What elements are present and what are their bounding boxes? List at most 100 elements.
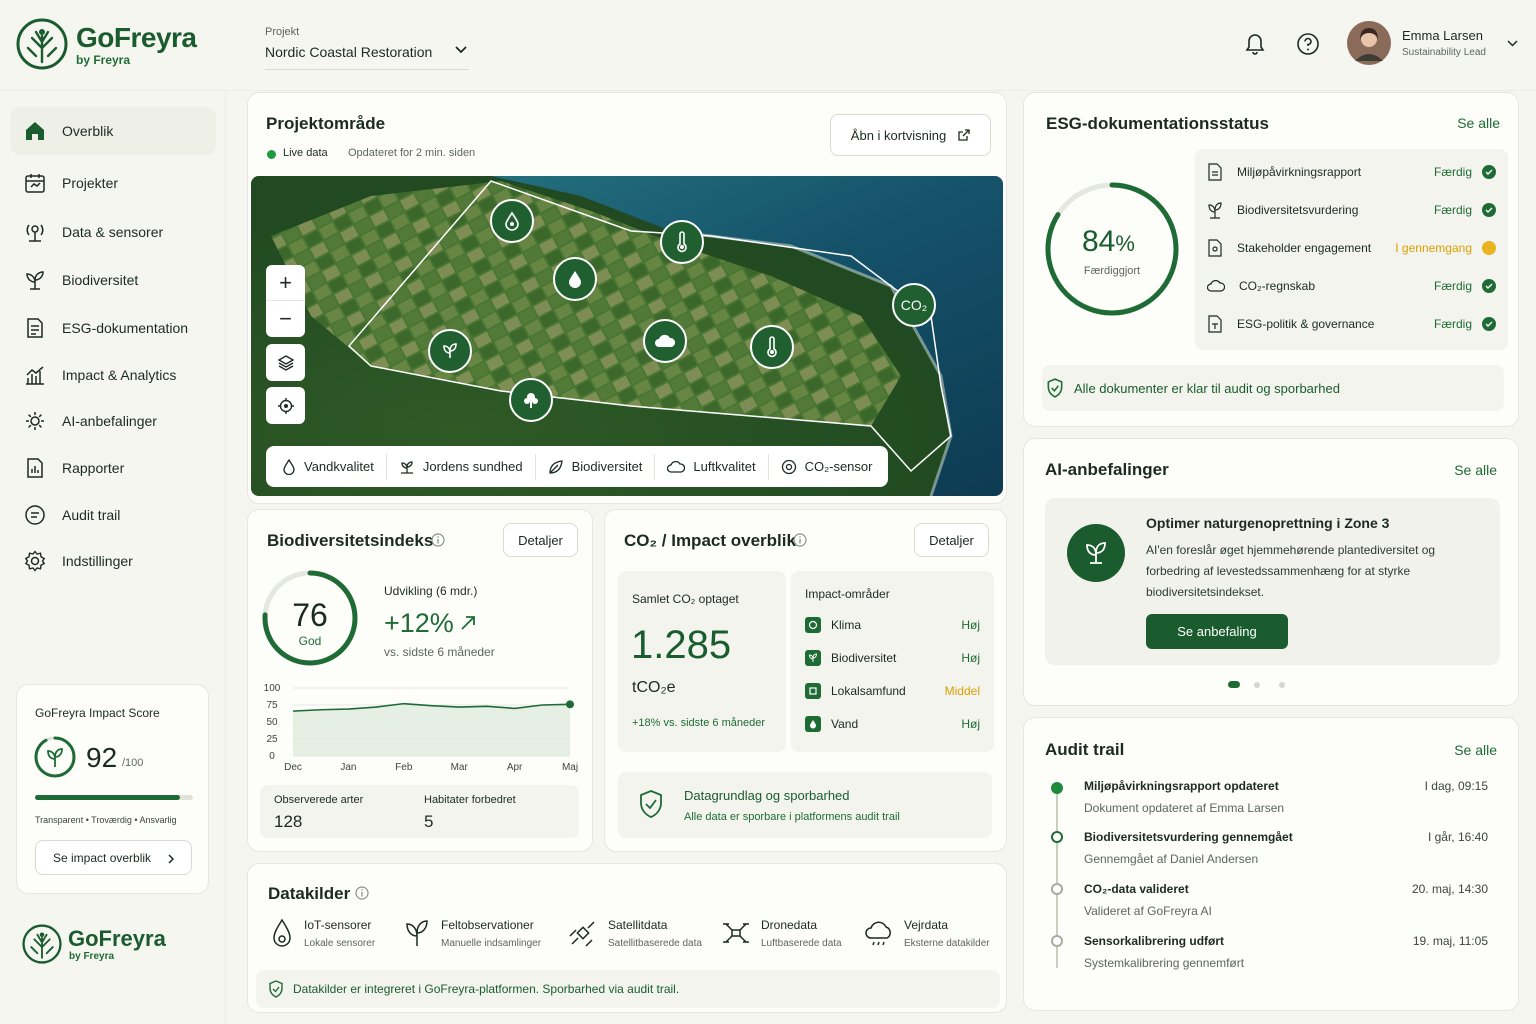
drop-icon: [569, 271, 581, 288]
impact-score-bar: [35, 795, 193, 800]
y-tick-label: 50: [266, 717, 278, 728]
shield-check-icon: [640, 790, 662, 818]
sidebar-item-data[interactable]: Data & sensorer: [10, 208, 216, 256]
datasources-title: Datakilder: [268, 884, 351, 903]
datasource-weather[interactable]: Vejrdata Eksterne datakilder: [864, 918, 990, 949]
sidebar-item-rapporter[interactable]: Rapporter: [10, 444, 216, 492]
sidebar-item-biodiversitet[interactable]: Biodiversitet: [10, 256, 216, 304]
traceability-title: Datagrundlag og sporbarhed: [684, 788, 850, 803]
carousel-dot[interactable]: [1254, 682, 1260, 688]
layers-button[interactable]: [266, 344, 305, 381]
avatar: [1347, 21, 1391, 65]
soil-icon: [400, 460, 413, 474]
impact-score-ring: [34, 736, 76, 778]
biodiversity-score: 76: [292, 597, 328, 633]
audit-entry-sub: Gennemgået af Daniel Andersen: [1084, 852, 1259, 866]
biodiversity-marker[interactable]: [428, 329, 472, 373]
carousel-dot[interactable]: [1279, 682, 1285, 688]
sidebar-item-label: Data & sensorer: [62, 224, 164, 240]
co2-details-button[interactable]: Detaljer: [914, 523, 989, 557]
temperature-marker[interactable]: [660, 220, 704, 264]
user-menu[interactable]: Emma Larsen Sustainability Lead: [1347, 21, 1522, 67]
locate-button[interactable]: [266, 387, 305, 424]
tree-icon: [524, 393, 538, 408]
sidebar-item-overblik[interactable]: Overblik: [10, 107, 216, 155]
esg-see-all[interactable]: Se alle: [1457, 115, 1500, 131]
sidebar-item-audit[interactable]: Audit trail: [10, 491, 216, 539]
datasource-drone[interactable]: Dronedata Luftbaserede data: [721, 918, 842, 949]
datasource-field[interactable]: Feltobservationer Manuelle indsamlinger: [403, 918, 541, 949]
zoom-in-button[interactable]: +: [266, 265, 305, 301]
datasource-satellite[interactable]: Satellitdata Satellitbaserede data: [568, 918, 702, 949]
audit-entry[interactable]: Biodiversitetsvurdering gennemgået Genne…: [1084, 830, 1488, 866]
impact-label: Lokalsamfund: [831, 684, 906, 698]
esg-doc-row[interactable]: Miljøpåvirkningsrapport Færdig: [1207, 153, 1496, 191]
app-logo[interactable]: GoFreyra by Freyra: [16, 18, 206, 72]
temperature-marker-2[interactable]: [750, 325, 794, 369]
impact-overview-button[interactable]: Se impact overblik: [35, 840, 192, 875]
governance-icon: [1208, 315, 1222, 333]
audit-entry-date: I går, 16:40: [1427, 830, 1488, 844]
impact-row-vand: Vand Høj: [805, 712, 980, 736]
audit-entry[interactable]: CO₂-data valideret Valideret af GoFreyra…: [1084, 882, 1488, 918]
satellite-map[interactable]: + − CO₂ Vandkvalitet Jordens sundhed Bio…: [251, 176, 1003, 496]
sidebar-item-indstillinger[interactable]: Indstillinger: [10, 537, 216, 585]
datasource-iot[interactable]: IoT-sensorer Lokale sensorer: [270, 918, 375, 950]
sidebar-item-ai[interactable]: AI-anbefalinger: [10, 397, 216, 445]
footer-brand-name: GoFreyra: [68, 926, 166, 951]
sidebar-item-esg[interactable]: ESG-dokumentation: [10, 304, 216, 352]
esg-doc-row[interactable]: Stakeholder engagement I gennemgang: [1207, 229, 1496, 267]
co2-marker[interactable]: CO₂: [892, 283, 936, 327]
x-tick-label: Mar: [451, 762, 469, 773]
sidebar-item-projekter[interactable]: Projekter: [10, 159, 216, 207]
ai-see-all[interactable]: Se alle: [1454, 462, 1497, 478]
y-tick-label: 0: [269, 751, 275, 762]
zoom-out-button[interactable]: −: [266, 301, 305, 337]
datasource-sub: Manuelle indsamlinger: [441, 938, 542, 949]
air-marker[interactable]: [643, 319, 687, 363]
info-icon[interactable]: [355, 886, 369, 900]
thermometer-icon: [677, 231, 687, 253]
open-map-label: Åbn i kortvisning: [850, 127, 947, 143]
audit-entry[interactable]: Sensorkalibrering udført Systemkalibreri…: [1084, 934, 1488, 970]
bell-icon[interactable]: [1243, 31, 1267, 57]
y-tick-label: 25: [266, 734, 278, 745]
y-tick-label: 100: [264, 683, 281, 694]
water-marker[interactable]: [490, 199, 534, 243]
brand-sub: by Freyra: [76, 53, 131, 67]
open-map-button[interactable]: Åbn i kortvisning: [830, 114, 991, 156]
tree-marker[interactable]: [509, 378, 553, 422]
esg-doc-row[interactable]: ESG-politik & governance Færdig: [1207, 305, 1496, 343]
esg-doc-row[interactable]: Biodiversitetsvurdering Færdig: [1207, 191, 1496, 229]
check-icon: [1482, 165, 1496, 179]
audit-see-all[interactable]: Se alle: [1454, 742, 1497, 758]
legend-soil[interactable]: Jordens sundhed: [387, 453, 536, 480]
traceability-sub: Alle data er sporbare i platformens audi…: [684, 811, 900, 823]
audit-icon: [25, 505, 45, 525]
climate-icon: [805, 617, 821, 633]
legend-water[interactable]: Vandkvalitet: [270, 453, 387, 480]
plant-icon: [26, 271, 44, 290]
impact-row-biodiversitet: Biodiversitet Høj: [805, 646, 980, 670]
recommendation-body: AI'en foreslår øget hjemmehørende plante…: [1146, 543, 1436, 599]
cloud-icon: [667, 460, 686, 473]
development-value: +12%: [384, 608, 454, 638]
esg-doc-row[interactable]: CO₂-regnskab Færdig: [1207, 267, 1496, 305]
carousel-dot-active[interactable]: [1228, 681, 1240, 688]
audit-entry[interactable]: Miljøpåvirkningsrapport opdateret Dokume…: [1084, 779, 1488, 815]
legend-co2[interactable]: CO₂-sensor: [769, 454, 885, 480]
sidebar-item-impact[interactable]: Impact & Analytics: [10, 351, 216, 399]
biodiversity-details-button[interactable]: Detaljer: [503, 523, 578, 557]
info-icon[interactable]: [431, 533, 445, 547]
legend-biodiversity[interactable]: Biodiversitet: [536, 453, 656, 480]
soil-marker[interactable]: [553, 257, 597, 301]
datasources-footer: Datakilder er integreret i GoFreyra-plat…: [256, 970, 1000, 1008]
datasource-title: Dronedata: [761, 918, 818, 932]
see-recommendation-button[interactable]: Se anbefaling: [1146, 614, 1288, 649]
info-icon[interactable]: [793, 533, 807, 547]
legend-air[interactable]: Luftkvalitet: [655, 453, 769, 480]
chevron-right-icon: [168, 854, 174, 864]
help-icon[interactable]: [1296, 32, 1320, 56]
audit-title: Audit trail: [1045, 740, 1125, 759]
project-selector[interactable]: Projekt Nordic Coastal Restoration: [265, 26, 469, 70]
